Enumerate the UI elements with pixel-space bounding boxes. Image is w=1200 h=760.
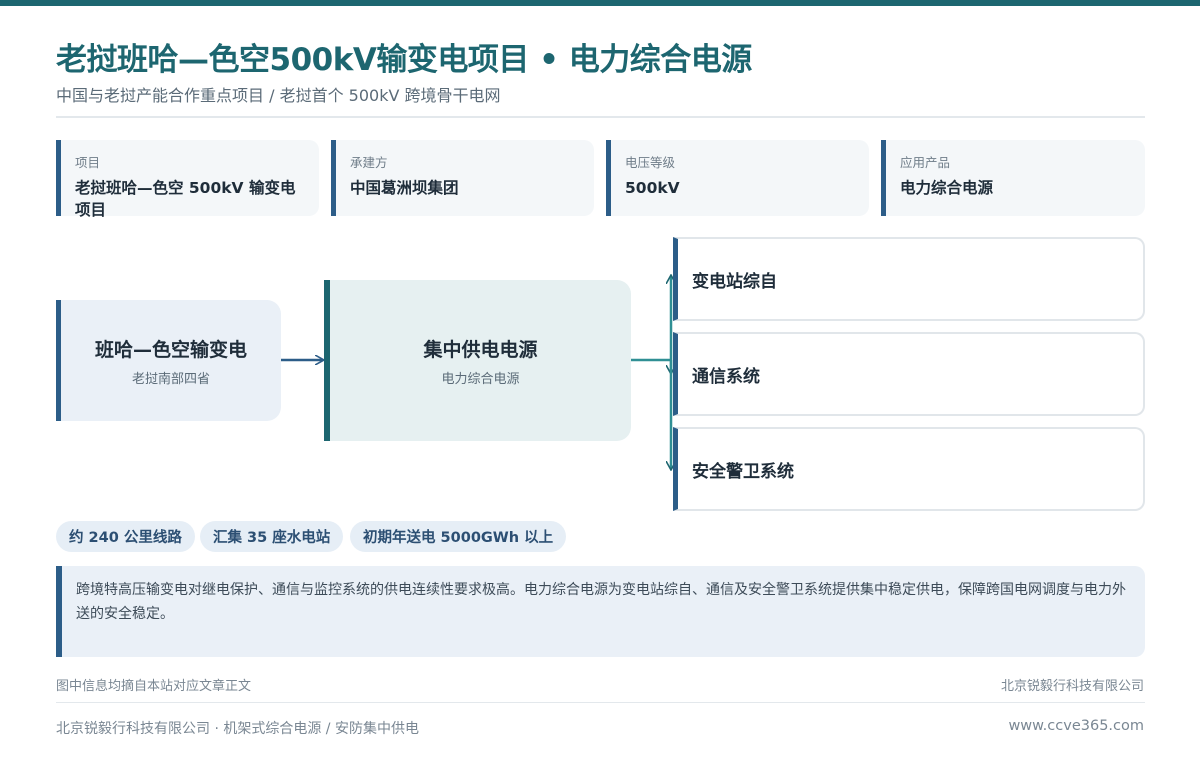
- source-node-title: 班哈—色空输变电: [94, 338, 247, 361]
- info-card-label: 电压等级: [625, 155, 676, 170]
- info-card-label: 项目: [75, 155, 101, 170]
- output-communication-system: 通信系统: [673, 332, 1145, 416]
- info-card-label: 承建方: [350, 155, 388, 170]
- info-card-value: 中国葛洲坝集团: [350, 179, 459, 197]
- footer-divider: [56, 702, 1145, 703]
- output-substation-automation: 变电站综自: [673, 237, 1145, 321]
- footer-website-link[interactable]: www.ccve365.com: [1008, 718, 1144, 734]
- source-company: 北京锐毅行科技有限公司: [1000, 679, 1144, 694]
- top-accent-bar: [0, 0, 1200, 6]
- info-card-contractor: 承建方 中国葛洲坝集团: [331, 140, 594, 216]
- tag-hydropower-stations: 汇集 35 座水电站: [200, 521, 344, 552]
- source-note: 图中信息均摘自本站对应文章正文: [56, 679, 252, 694]
- info-card-product: 应用产品 电力综合电源: [881, 140, 1145, 216]
- header-divider: [56, 116, 1145, 118]
- info-card-value: 电力综合电源: [900, 179, 994, 197]
- info-card-voltage: 电压等级 500kV: [606, 140, 869, 216]
- info-card-project: 项目 老挝班哈—色空 500kV 输变电项目: [56, 140, 319, 219]
- page-subtitle: 中国与老挝产能合作重点项目 / 老挝首个 500kV 跨境骨干电网: [56, 86, 501, 105]
- source-node: 班哈—色空输变电 老挝南部四省: [56, 300, 281, 421]
- tag-line-length: 约 240 公里线路: [56, 521, 195, 552]
- source-node-subtitle: 老挝南部四省: [131, 371, 210, 387]
- output-security-system: 安全警卫系统: [673, 427, 1145, 511]
- center-node: 集中供电电源 电力综合电源: [324, 280, 631, 441]
- center-node-title: 集中供电电源: [423, 338, 538, 361]
- info-card-value: 500kV: [625, 179, 680, 197]
- tag-annual-transmission: 初期年送电 5000GWh 以上: [350, 521, 567, 552]
- footer-company-line: 北京锐毅行科技有限公司 · 机架式综合电源 / 安防集中供电: [56, 721, 419, 737]
- center-node-subtitle: 电力综合电源: [441, 371, 520, 387]
- description-note: 跨境特高压输变电对继电保护、通信与监控系统的供电连续性要求极高。电力综合电源为变…: [56, 566, 1145, 657]
- info-card-label: 应用产品: [900, 155, 951, 170]
- info-card-value: 老挝班哈—色空 500kV 输变电项目: [75, 179, 296, 219]
- page-title: 老挝班哈—色空500kV输变电项目 • 电力综合电源: [56, 42, 752, 78]
